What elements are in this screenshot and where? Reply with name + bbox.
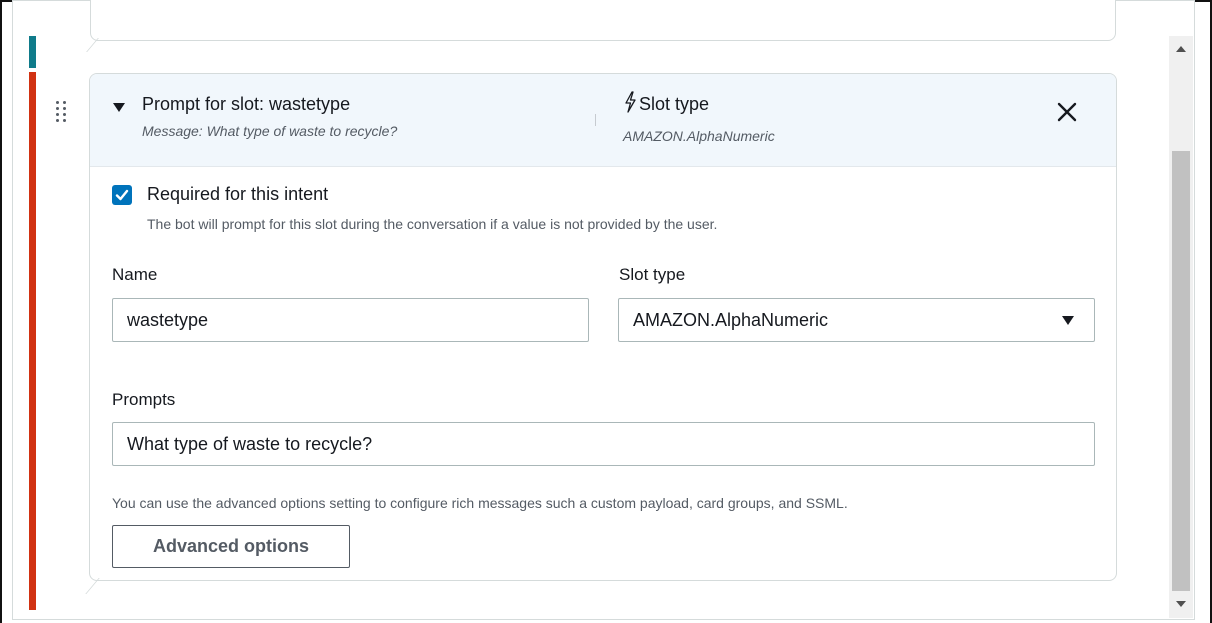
close-icon[interactable]	[1057, 102, 1077, 122]
prompt-title[interactable]: Prompt for slot: wastetype	[142, 94, 350, 115]
drag-handle-icon[interactable]	[56, 101, 70, 123]
required-description: The bot will prompt for this slot during…	[147, 216, 718, 232]
slot-type-select-value: AMAZON.AlphaNumeric	[633, 309, 829, 330]
name-input[interactable]: wastetype	[112, 298, 589, 342]
slot-type-select[interactable]: AMAZON.AlphaNumeric	[618, 298, 1095, 342]
prompt-message: Message: What type of waste to recycle?	[142, 123, 398, 139]
checkmark-icon	[115, 189, 129, 201]
scroll-up-icon[interactable]	[1176, 46, 1186, 52]
slot-card-header: Prompt for slot: wastetype Message: What…	[90, 74, 1116, 167]
advanced-options-button[interactable]: Advanced options	[112, 525, 350, 568]
lightning-bolt-icon	[625, 91, 636, 113]
slot-card: Prompt for slot: wastetype Message: What…	[89, 73, 1117, 581]
advanced-options-description: You can use the advanced options setting…	[112, 495, 848, 511]
prompts-label: Prompts	[112, 390, 176, 409]
previous-slot-card	[90, 0, 1116, 41]
scroll-down-icon[interactable]	[1176, 601, 1186, 607]
window-frame: Prompt for slot: wastetype Message: What…	[0, 0, 1212, 623]
prompts-input[interactable]: What type of waste to recycle?	[112, 422, 1095, 466]
slot-type-title: Slot type	[639, 94, 710, 114]
vertical-scrollbar[interactable]	[1169, 36, 1193, 618]
required-checkbox[interactable]	[112, 185, 132, 205]
caret-down-icon[interactable]	[113, 103, 125, 112]
caret-down-icon	[1062, 316, 1074, 325]
required-label: Required for this intent	[147, 184, 329, 204]
name-label: Name	[112, 265, 158, 284]
slot-type-value: AMAZON.AlphaNumeric	[623, 128, 775, 144]
error-indicator-bar	[29, 72, 36, 610]
scrollbar-thumb[interactable]	[1172, 151, 1190, 591]
previous-slot-indicator	[29, 36, 36, 68]
slot-type-label: Slot type	[619, 265, 686, 284]
header-divider	[595, 114, 596, 126]
